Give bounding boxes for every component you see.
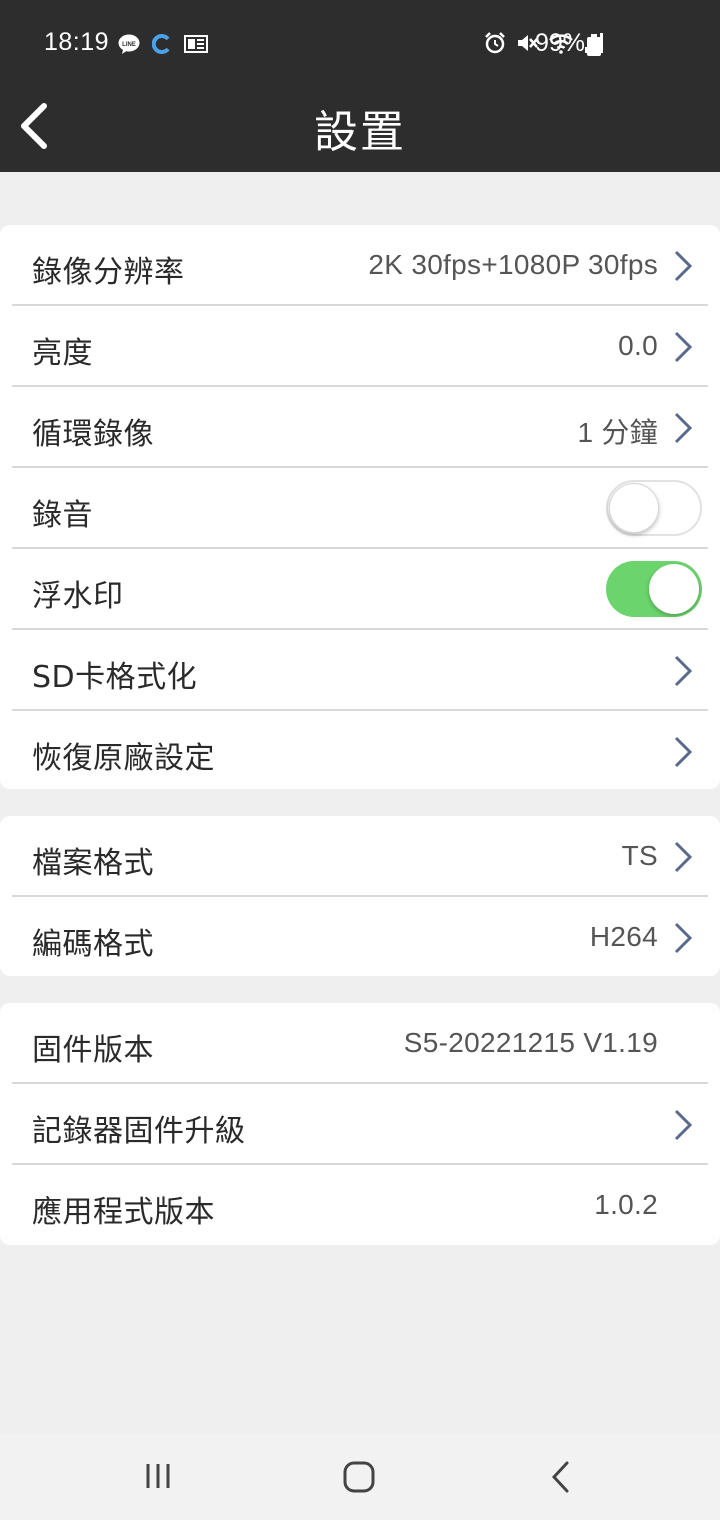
toggle-knob xyxy=(609,483,659,533)
setting-label: 記錄器固件升級 xyxy=(32,1114,246,1149)
page-title: 設置 xyxy=(314,107,406,158)
chevron-right-icon xyxy=(674,412,693,444)
line-icon: LINE xyxy=(118,34,140,59)
setting-value: H264 xyxy=(589,921,658,952)
setting-row-firmware-upgrade[interactable]: 記錄器固件升級 xyxy=(12,1084,708,1165)
audio-recording-toggle[interactable] xyxy=(606,480,702,536)
settings-group-format: 檔案格式 TS 編碼格式 H264 xyxy=(0,816,720,976)
c-app-icon xyxy=(151,33,172,60)
setting-row-watermark: 浮水印 xyxy=(12,549,708,630)
setting-row-firmware-version: 固件版本 S5-20221215 V1.19 xyxy=(12,1003,708,1084)
watermark-toggle[interactable] xyxy=(606,561,702,617)
setting-row-app-version: 應用程式版本 1.0.2 xyxy=(12,1165,708,1245)
chevron-right-icon xyxy=(674,922,693,954)
setting-label: 固件版本 xyxy=(32,1033,154,1068)
setting-row-resolution[interactable]: 錄像分辨率 2K 30fps+1080P 30fps xyxy=(12,225,708,306)
setting-row-sd-format[interactable]: SD卡格式化 xyxy=(12,630,708,711)
chevron-right-icon xyxy=(674,841,693,873)
status-time: 18:19 xyxy=(44,28,110,56)
back-icon[interactable] xyxy=(548,1460,574,1498)
chevron-right-icon xyxy=(674,250,693,282)
chevron-right-icon xyxy=(674,1109,693,1141)
chevron-right-icon xyxy=(674,331,693,363)
setting-label: 應用程式版本 xyxy=(32,1195,215,1230)
setting-label: 錄音 xyxy=(32,498,93,533)
setting-row-file-format[interactable]: 檔案格式 TS xyxy=(12,816,708,897)
setting-label: 檔案格式 xyxy=(32,846,154,881)
settings-group-recording: 錄像分辨率 2K 30fps+1080P 30fps 亮度 0.0 循環錄像 1… xyxy=(0,225,720,789)
system-nav-bar xyxy=(0,1434,720,1520)
setting-row-loop-recording[interactable]: 循環錄像 1 分鐘 xyxy=(12,387,708,468)
setting-value: S5-20221215 V1.19 xyxy=(403,1027,658,1058)
toggle-knob xyxy=(649,564,699,614)
setting-value: 1.0.2 xyxy=(594,1189,658,1220)
setting-value: 0.0 xyxy=(618,330,658,361)
status-bar: 18:19 LINE 99% xyxy=(0,0,720,88)
setting-row-encoding-format[interactable]: 編碼格式 H264 xyxy=(12,897,708,976)
setting-value: 1 分鐘 xyxy=(577,417,658,448)
setting-row-audio-recording: 錄音 xyxy=(12,468,708,549)
setting-row-factory-reset[interactable]: 恢復原廠設定 xyxy=(12,711,708,789)
news-icon xyxy=(184,34,208,59)
setting-label: 恢復原廠設定 xyxy=(32,741,215,776)
app-header: 18:19 LINE 99% 設置 xyxy=(0,0,720,172)
recents-icon[interactable] xyxy=(144,1460,174,1496)
setting-value: 2K 30fps+1080P 30fps xyxy=(368,249,658,280)
battery-percent: 99% xyxy=(535,29,586,57)
battery-icon xyxy=(587,34,601,61)
setting-label: 編碼格式 xyxy=(32,927,154,962)
svg-text:LINE: LINE xyxy=(122,42,136,48)
chevron-right-icon xyxy=(674,655,693,687)
setting-label: 浮水印 xyxy=(32,579,124,614)
chevron-right-icon xyxy=(674,736,693,768)
setting-label: 亮度 xyxy=(32,336,93,371)
setting-row-brightness[interactable]: 亮度 0.0 xyxy=(12,306,708,387)
setting-label: 循環錄像 xyxy=(32,417,154,452)
setting-label: SD卡格式化 xyxy=(32,660,198,695)
home-icon[interactable] xyxy=(342,1460,376,1498)
setting-label: 錄像分辨率 xyxy=(32,255,185,290)
setting-value: TS xyxy=(621,840,658,871)
settings-group-version: 固件版本 S5-20221215 V1.19 記錄器固件升級 應用程式版本 1.… xyxy=(0,1003,720,1245)
alarm-icon xyxy=(484,32,506,59)
